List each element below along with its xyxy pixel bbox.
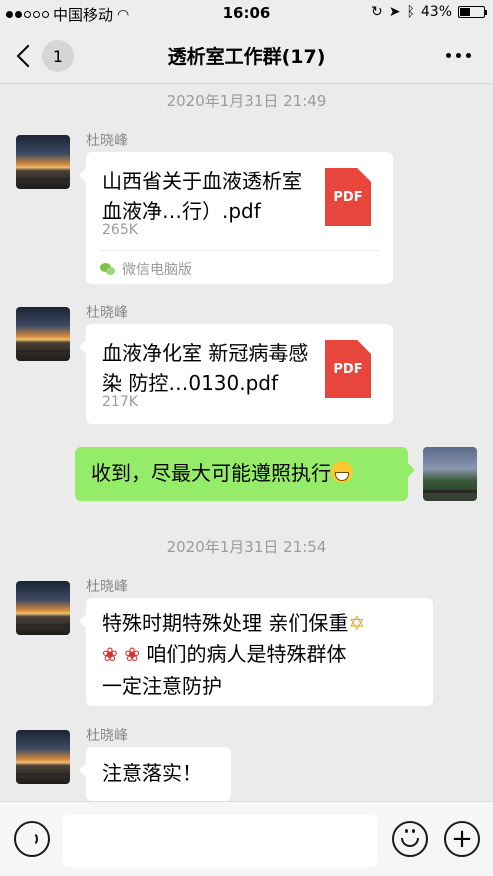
smile-icon (401, 828, 419, 847)
message-input[interactable] (63, 815, 377, 867)
rose-emoji-icon: ❀ (102, 644, 118, 666)
nav-bar: 1 透析室工作群(17) (0, 28, 493, 84)
plus-icon: + (451, 824, 473, 854)
avatar[interactable] (16, 581, 70, 635)
back-button[interactable]: 1 (12, 40, 74, 72)
more-options-button[interactable] (446, 53, 471, 58)
sender-name: 杜晓峰 (86, 133, 128, 149)
message-timestamp: 2020年1月31日 21:54 (166, 538, 327, 556)
pdf-file-icon: PDF (325, 340, 371, 398)
sender-name: 杜晓峰 (86, 305, 128, 321)
message-timestamp: 2020年1月31日 21:49 (166, 92, 327, 110)
message-text: 收到，尽最大可能遵照执行 (91, 461, 331, 485)
my-avatar[interactable] (423, 447, 477, 501)
more-dot-icon (446, 53, 451, 58)
status-right: ↻ ➤ ᛒ 43% (371, 4, 487, 20)
battery-level (460, 8, 470, 16)
avatar[interactable] (16, 730, 70, 784)
bluetooth-icon: ᛒ (406, 4, 415, 20)
praying-hands-emoji-icon: ✡ (348, 611, 366, 635)
file-size: 217K (102, 394, 138, 410)
card-source: 微信电脑版 (100, 259, 192, 279)
file-name: 血液净化室 新冠病毒感染 防控…0130.pdf (102, 341, 309, 395)
received-message-bubble[interactable]: 注意落实！ (79, 747, 231, 801)
message-text: 特殊时期特殊处理 亲们保重 (102, 611, 349, 635)
orientation-lock-icon: ↻ (371, 4, 383, 20)
source-label: 微信电脑版 (122, 262, 192, 278)
chat-area[interactable]: 2020年1月31日 21:49 杜晓峰 山西省关于血液透析室血液净…行）.pd… (0, 85, 493, 801)
unread-badge: 1 (42, 40, 74, 72)
file-message-card[interactable]: 血液净化室 新冠病毒感染 防控…0130.pdf 217K PDF (79, 324, 393, 424)
sender-name: 杜晓峰 (86, 728, 128, 744)
message-text: 注意落实！ (102, 761, 202, 785)
chevron-left-icon (16, 44, 40, 68)
battery-percent: 43% (420, 4, 452, 20)
emoji-button[interactable] (392, 821, 428, 857)
battery-icon (458, 6, 487, 18)
wechat-icon (100, 262, 116, 276)
sender-name: 杜晓峰 (86, 579, 128, 595)
more-functions-button[interactable]: + (444, 821, 480, 857)
card-divider (100, 250, 379, 251)
voice-icon (26, 832, 38, 846)
sent-message-bubble[interactable]: 收到，尽最大可能遵照执行 (75, 447, 415, 501)
more-dot-icon (466, 53, 471, 58)
input-bar: + (0, 801, 493, 876)
message-line: 特殊时期特殊处理 亲们保重✡ (102, 608, 417, 639)
status-bar: 中国移动 ◠ 16:06 ↻ ➤ ᛒ 43% (0, 0, 493, 28)
file-name: 山西省关于血液透析室血液净…行）.pdf (102, 169, 302, 223)
file-size: 265K (102, 222, 138, 238)
rose-emoji-icon: ❀ (124, 644, 141, 666)
file-message-card[interactable]: 山西省关于血液透析室血液净…行）.pdf 265K PDF 微信电脑版 (79, 152, 393, 284)
avatar[interactable] (16, 135, 70, 189)
more-dot-icon (456, 53, 461, 58)
message-line: 一定注意防护 (102, 671, 417, 702)
message-line: ❀ ❀ 咱们的病人是特殊群体 (102, 639, 417, 671)
avatar[interactable] (16, 307, 70, 361)
message-text: 一定注意防护 (102, 674, 222, 698)
received-message-bubble[interactable]: 特殊时期特殊处理 亲们保重✡ ❀ ❀ 咱们的病人是特殊群体 一定注意防护 (79, 598, 433, 706)
message-text: 咱们的病人是特殊群体 (140, 642, 347, 666)
voice-input-button[interactable] (14, 821, 50, 857)
location-icon: ➤ (388, 4, 401, 20)
grinning-emoji-icon (331, 461, 353, 483)
pdf-file-icon: PDF (325, 168, 371, 226)
